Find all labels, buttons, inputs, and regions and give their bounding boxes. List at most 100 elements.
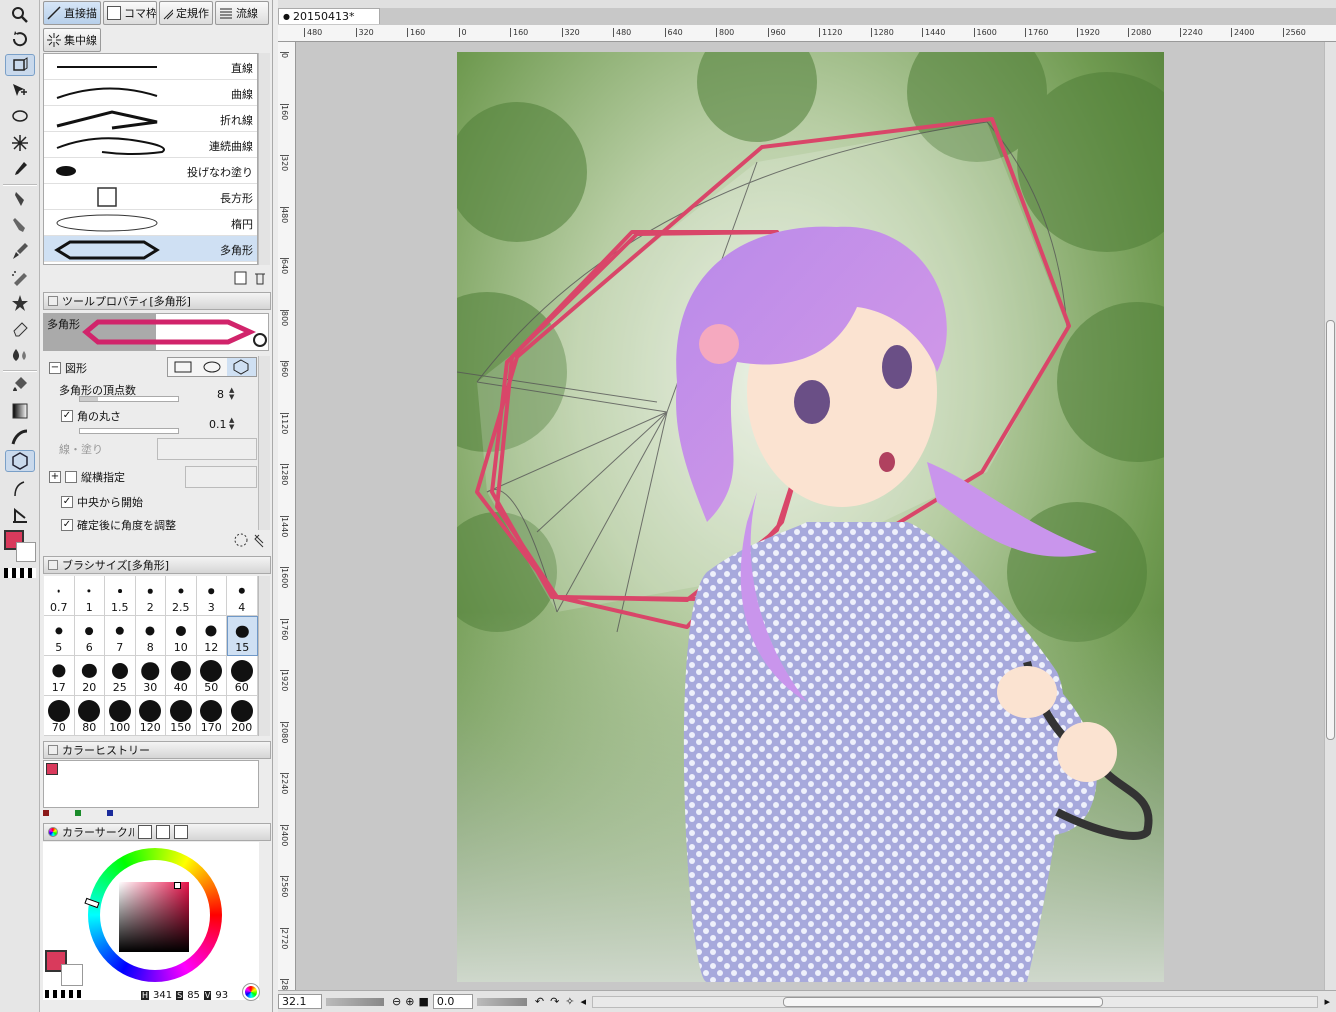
rotate-icon[interactable] xyxy=(5,28,35,50)
eyedropper-icon[interactable] xyxy=(5,158,35,180)
subtool-polygon[interactable]: 多角形 xyxy=(44,236,257,262)
color-slider-tab-icon[interactable] xyxy=(138,825,152,839)
brush-size-cell[interactable]: 1.5 xyxy=(105,576,136,616)
history-swatch-blue[interactable] xyxy=(107,810,113,816)
fit-view-icon[interactable]: ■ xyxy=(418,995,428,1008)
rotate-right-icon[interactable]: ↷ xyxy=(550,995,559,1008)
history-color-swatch[interactable] xyxy=(46,763,58,775)
reset-rotation-icon[interactable]: ✧ xyxy=(565,995,574,1008)
brush-size-cell[interactable]: 10 xyxy=(166,616,197,656)
polygon-shape-icon[interactable] xyxy=(226,358,256,376)
ruler-icon[interactable] xyxy=(5,478,35,500)
subtool-polyline[interactable]: 折れ線 xyxy=(44,106,257,132)
vertices-slider[interactable] xyxy=(79,396,179,402)
aspect-expand[interactable]: + xyxy=(49,471,61,483)
adjust-angle-row[interactable]: ✓ 確定後に角度を調整 xyxy=(61,514,176,536)
brush-size-cell[interactable]: 8 xyxy=(135,616,166,656)
eraser-icon[interactable] xyxy=(5,318,35,340)
brush-icon[interactable] xyxy=(5,240,35,262)
ellipse-shape-icon[interactable] xyxy=(197,358,226,376)
brush-size-cell[interactable]: 7 xyxy=(105,616,136,656)
brush-size-cell[interactable]: 200 xyxy=(227,696,258,736)
shape-section-row[interactable]: − 図形 xyxy=(49,357,87,379)
brush-size-cell[interactable]: 40 xyxy=(166,656,197,696)
aspect-row[interactable]: + 縦横指定 xyxy=(49,466,125,488)
brush-size-cell[interactable]: 80 xyxy=(74,696,105,736)
brush-size-cell[interactable]: 6 xyxy=(74,616,105,656)
sv-cursor[interactable] xyxy=(174,882,181,889)
angle-value[interactable]: 0.0 xyxy=(432,994,473,1009)
roundness-value[interactable]: 0.1 xyxy=(209,418,227,431)
brush-size-cell[interactable]: 170 xyxy=(196,696,227,736)
subtool-rectangle[interactable]: 長方形 xyxy=(44,184,257,210)
brush-size-cell[interactable]: 3 xyxy=(196,576,227,616)
lasso-icon[interactable] xyxy=(5,106,35,128)
vertices-value[interactable]: 8 xyxy=(217,388,224,401)
sub-color-box[interactable] xyxy=(61,964,83,986)
roundness-row[interactable]: ✓ 角の丸さ xyxy=(61,405,121,427)
tool-property-scrollbar[interactable] xyxy=(258,356,270,530)
figure-icon[interactable] xyxy=(5,426,35,448)
brush-size-cell[interactable]: 120 xyxy=(135,696,166,736)
vertices-spinner[interactable]: ▲ ▼ xyxy=(229,387,234,401)
aspect-selector[interactable] xyxy=(185,466,257,488)
panel-menu-icon[interactable] xyxy=(48,745,58,755)
zoom-value[interactable]: 32.1 xyxy=(278,994,322,1009)
color-mode-icon[interactable] xyxy=(242,983,260,1001)
panel-menu-icon[interactable] xyxy=(48,296,58,306)
brush-size-cell[interactable]: 1 xyxy=(74,576,105,616)
subtool-lasso-fill[interactable]: 投げなわ塗り xyxy=(44,158,257,184)
document-tab[interactable]: ● 20150413* xyxy=(278,8,380,24)
brush-size-cell[interactable]: 4 xyxy=(227,576,258,616)
adjust-angle-checkbox[interactable]: ✓ xyxy=(61,519,73,531)
pencil-icon[interactable] xyxy=(5,214,35,236)
subtool-line[interactable]: 直線 xyxy=(44,54,257,80)
airbrush-icon[interactable] xyxy=(5,266,35,288)
subtool-tab-speedline[interactable]: 流線 xyxy=(215,1,269,25)
scroll-left-icon[interactable]: ◂ xyxy=(581,995,587,1008)
brush-size-cell[interactable]: 2.5 xyxy=(166,576,197,616)
brush-size-cell[interactable]: 2 xyxy=(135,576,166,616)
center-start-checkbox[interactable]: ✓ xyxy=(61,496,73,508)
aspect-checkbox[interactable] xyxy=(65,471,77,483)
roundness-checkbox[interactable]: ✓ xyxy=(61,410,73,422)
brush-size-cell[interactable]: 100 xyxy=(105,696,136,736)
canvas-vertical-scrollbar[interactable] xyxy=(1324,42,1336,990)
brush-size-cell[interactable]: 50 xyxy=(196,656,227,696)
trash-icon[interactable] xyxy=(255,273,265,285)
brush-size-scrollbar[interactable] xyxy=(258,576,270,736)
line-fill-selector[interactable] xyxy=(157,438,257,460)
color-set-tab-icon[interactable] xyxy=(156,825,170,839)
gradient-icon[interactable] xyxy=(5,400,35,422)
decoration-icon[interactable] xyxy=(5,292,35,314)
saturation-value-square[interactable] xyxy=(119,882,189,952)
brush-size-cell[interactable]: 70 xyxy=(44,696,75,736)
shape-type-selector[interactable] xyxy=(167,357,257,377)
subtool-ellipse[interactable]: 楕円 xyxy=(44,210,257,236)
center-start-row[interactable]: ✓ 中央から開始 xyxy=(61,491,143,513)
brush-size-cell[interactable]: 20 xyxy=(74,656,105,696)
zoom-slider[interactable] xyxy=(326,997,384,1006)
zoom-icon[interactable] xyxy=(5,4,35,26)
subtool-scrollbar[interactable] xyxy=(258,53,270,265)
new-subtool-icon[interactable] xyxy=(234,271,247,285)
roundness-spinner[interactable]: ▲ ▼ xyxy=(229,417,234,431)
rotate-left-icon[interactable]: ↶ xyxy=(535,995,544,1008)
brush-size-cell[interactable]: 60 xyxy=(227,656,258,696)
brush-size-cell[interactable]: 5 xyxy=(44,616,75,656)
scroll-right-icon[interactable]: ▸ xyxy=(1324,995,1330,1008)
transparent-color-box[interactable] xyxy=(45,990,81,998)
brush-size-cell[interactable]: 25 xyxy=(105,656,136,696)
subtool-tab-direct[interactable]: 直接描 xyxy=(43,1,101,25)
rect-shape-icon[interactable] xyxy=(168,358,197,376)
subtool-tab-focusline[interactable]: 集中線 xyxy=(43,28,101,52)
object-select-icon[interactable] xyxy=(5,80,35,102)
color-wheel-icon[interactable] xyxy=(48,827,58,837)
subtool-continuous-curve[interactable]: 連続曲線 xyxy=(44,132,257,158)
reset-icon[interactable] xyxy=(234,533,248,547)
brush-size-cell[interactable]: 0.7 xyxy=(44,576,75,616)
brush-size-cell[interactable]: 15 xyxy=(227,616,258,656)
collapse-toggle[interactable]: − xyxy=(49,362,61,374)
zoom-out-icon[interactable]: ⊖ xyxy=(392,995,401,1008)
blend-icon[interactable] xyxy=(5,344,35,366)
